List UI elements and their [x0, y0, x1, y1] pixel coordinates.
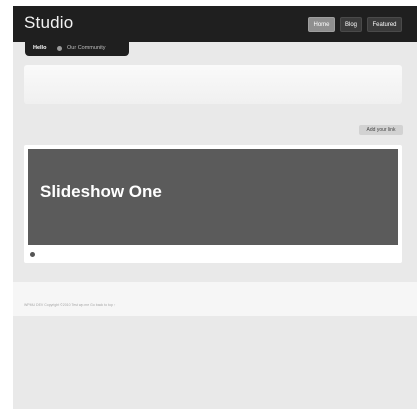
- slide[interactable]: Slideshow One: [28, 149, 398, 245]
- nav-featured-button[interactable]: Featured: [367, 17, 402, 32]
- community-link[interactable]: Our Community: [67, 45, 106, 51]
- nav-home-button[interactable]: Home: [308, 17, 335, 32]
- bullet-icon: [57, 46, 62, 51]
- hello-label: Hello: [33, 45, 47, 51]
- sub-navigation: Hello Our Community: [25, 42, 129, 56]
- nav-blog-button[interactable]: Blog: [340, 17, 362, 32]
- banner-area: [24, 65, 402, 104]
- footer-text: WPMU DEV Copyright ©2010 Test wp.me Go b…: [24, 303, 116, 307]
- top-bar: Studio Home Blog Featured: [13, 6, 417, 42]
- page: Studio Home Blog Featured Hello Our Comm…: [13, 6, 417, 409]
- slide-pager-dot[interactable]: [30, 252, 35, 257]
- slide-title: Slideshow One: [40, 182, 162, 201]
- add-link-button[interactable]: Add your link: [359, 125, 403, 135]
- slideshow-frame: Slideshow One: [24, 145, 402, 263]
- footer: WPMU DEV Copyright ©2010 Test wp.me Go b…: [13, 282, 417, 316]
- site-title[interactable]: Studio: [24, 13, 73, 33]
